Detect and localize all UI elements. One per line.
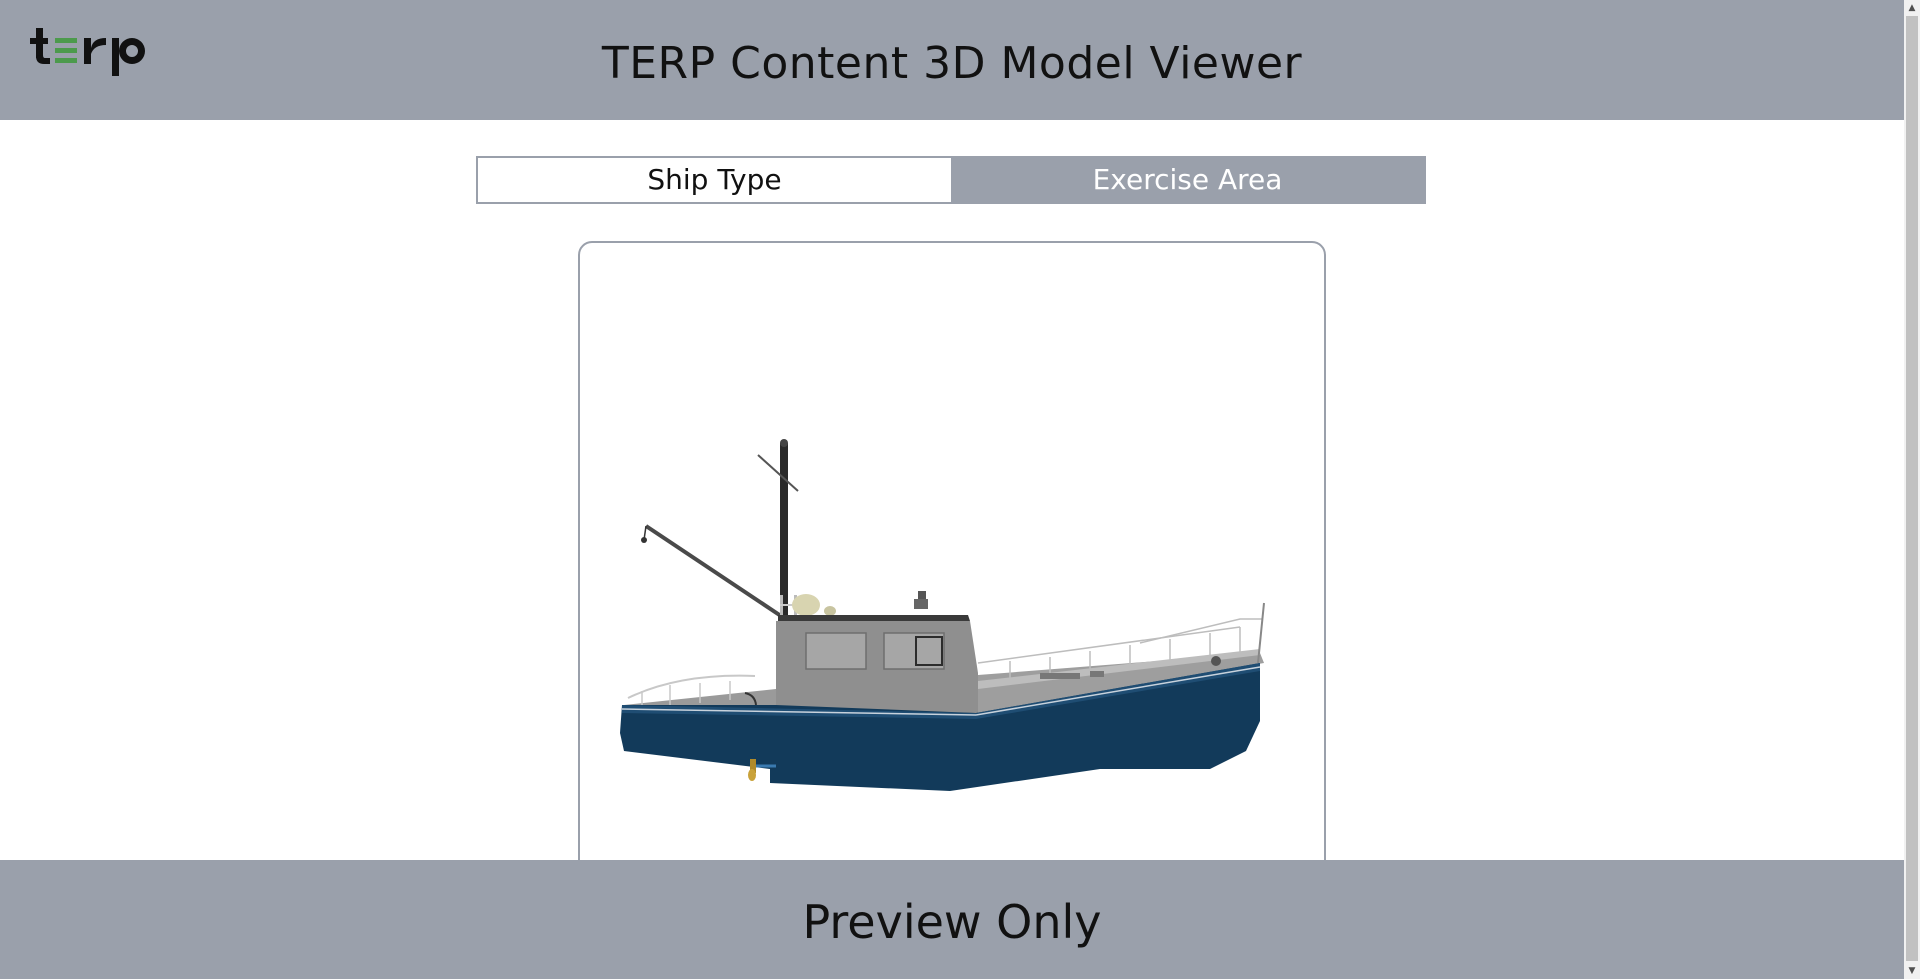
preview-only-label: Preview Only <box>802 895 1102 949</box>
scroll-down-arrow-icon[interactable]: ▼ <box>1904 963 1920 979</box>
tab-ship-type[interactable]: Ship Type <box>478 158 951 202</box>
scroll-thumb[interactable] <box>1906 16 1918 961</box>
tab-exercise-area[interactable]: Exercise Area <box>951 158 1424 202</box>
main-content: TERP Content 3D Model Viewer Ship Type E… <box>0 0 1904 979</box>
scroll-up-arrow-icon[interactable]: ▲ <box>1904 0 1920 16</box>
vertical-scrollbar[interactable]: ▲ ▼ <box>1904 0 1920 979</box>
page: TERP Content 3D Model Viewer Ship Type E… <box>0 0 1920 979</box>
footer-bar: Preview Only <box>0 860 1904 979</box>
page-title: TERP Content 3D Model Viewer <box>601 38 1303 89</box>
header-bar: TERP Content 3D Model Viewer <box>0 0 1904 120</box>
model-type-tabs: Ship Type Exercise Area <box>476 156 1426 204</box>
